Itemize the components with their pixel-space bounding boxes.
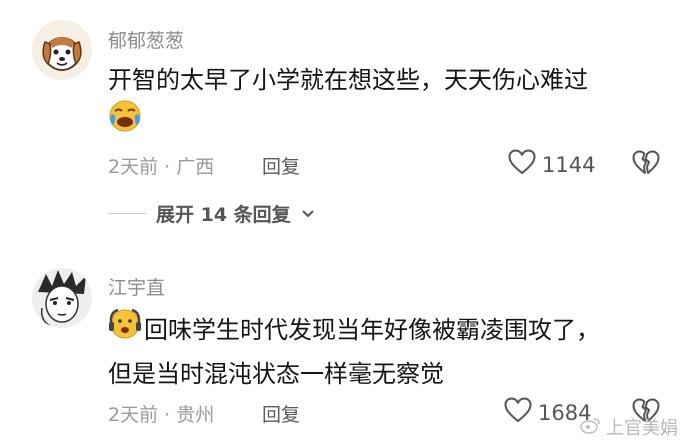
crying-laughing-emoji-icon [108, 99, 142, 146]
comment-text-1: 开智的太早了小学就在想这些，天天伤心难过 [108, 59, 588, 143]
reply-button-2[interactable]: 回复 [262, 400, 300, 427]
like-button-2[interactable]: 1684 [504, 397, 591, 428]
comment-text-2: 回味学生时代发现当年好像被霸凌围攻了， 但是当时混沌状态一样毫无察觉 [108, 306, 600, 395]
avatar-user-1[interactable] [32, 20, 92, 80]
location-1: 广西 [176, 156, 215, 178]
expand-replies-button[interactable]: 展开 14 条回复 [108, 200, 315, 227]
avatar-user-2[interactable] [32, 268, 92, 328]
broken-heart-icon [632, 150, 660, 174]
anime-character-avatar-icon [32, 268, 92, 328]
comment-line-2: 但是当时混沌状态一样毫无察觉 [108, 360, 444, 388]
shocked-face-emoji-icon [108, 306, 142, 353]
reply-button-1[interactable]: 回复 [262, 152, 300, 179]
username-2[interactable]: 江宇直 [108, 273, 165, 300]
watermark-text: 上官美娟 [606, 418, 678, 439]
dislike-button-1[interactable] [632, 150, 660, 180]
separator-1: · [164, 156, 171, 178]
comment-line-1: 开智的太早了小学就在想这些，天天伤心难过 [108, 66, 588, 94]
location-2: 贵州 [176, 404, 215, 426]
expand-replies-label: 展开 14 条回复 [156, 204, 291, 226]
comment-line-1: 回味学生时代发现当年好像被霸凌围攻了， [144, 315, 600, 344]
separator-2: · [164, 404, 171, 426]
dog-avatar-icon [32, 20, 92, 80]
heart-icon [504, 397, 532, 428]
divider-line [108, 213, 146, 214]
time-1: 2天前 [108, 156, 159, 178]
watermark: 上官美娟 [580, 414, 678, 440]
chevron-down-icon [301, 204, 315, 223]
comment-meta-2: 2天前 · 贵州 [108, 400, 214, 427]
username-1[interactable]: 郁郁葱葱 [108, 26, 184, 53]
weibo-logo-icon [580, 416, 602, 439]
like-button-1[interactable]: 1144 [508, 149, 595, 180]
like-count-1: 1144 [542, 152, 596, 177]
time-2: 2天前 [108, 404, 159, 426]
comment-meta-1: 2天前 · 广西 [108, 152, 214, 179]
heart-icon [508, 149, 536, 180]
